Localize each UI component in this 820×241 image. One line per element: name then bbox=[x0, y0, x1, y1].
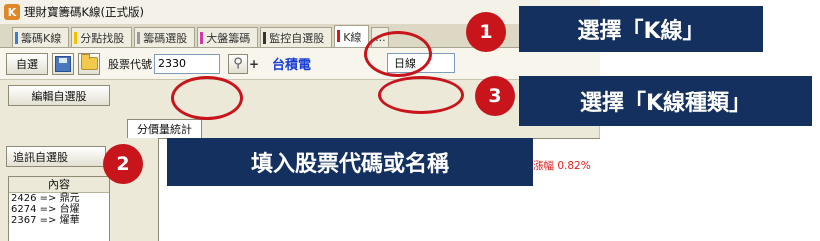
step-badge-2: 2 bbox=[103, 144, 143, 184]
save-icon bbox=[55, 55, 71, 72]
highlight-ring-kline-tab bbox=[364, 31, 432, 77]
step-badge-1: 1 bbox=[466, 12, 506, 52]
module-tab-bar: 籌碼K線 分點找股 籌碼選股 大盤籌碼 監控自選股 K線 ... bbox=[0, 24, 600, 48]
window-title: 理財寶籌碼K線(正式版) bbox=[24, 5, 145, 19]
tab-label: 籌碼K線 bbox=[21, 31, 62, 45]
toolbar: 自選 股票代號 ⚲ + 台積電 日線 bbox=[0, 48, 600, 80]
tab-label: 籌碼選股 bbox=[143, 31, 188, 45]
track-watchlist-button[interactable]: 追訊自選股 bbox=[6, 146, 106, 167]
tab-label: 分點找股 bbox=[80, 31, 125, 45]
edit-watchlist-button[interactable]: 編輯自選股 bbox=[8, 85, 110, 106]
folder-icon bbox=[80, 54, 98, 70]
search-button[interactable]: ⚲ bbox=[228, 53, 248, 74]
tab-chip-screener[interactable]: 籌碼選股 bbox=[134, 27, 196, 47]
tab-label: 大盤籌碼 bbox=[206, 31, 251, 45]
tab-branch-picker[interactable]: 分點找股 bbox=[71, 27, 133, 47]
stock-code-input[interactable] bbox=[154, 53, 220, 74]
highlight-ring-chart-type bbox=[378, 76, 464, 114]
list-item[interactable]: 6274 => 台燿 bbox=[9, 204, 109, 215]
list-item[interactable]: 2426 => 鼎元 bbox=[9, 193, 109, 204]
list-item[interactable]: 2367 => 燿華 bbox=[9, 215, 109, 226]
tab-kline[interactable]: K線 bbox=[334, 25, 370, 47]
watchlist-button[interactable]: 自選 bbox=[6, 52, 48, 75]
magnifier-icon: ⚲ bbox=[233, 56, 243, 71]
stock-name: 台積電 bbox=[272, 58, 312, 73]
open-folder-button[interactable] bbox=[78, 52, 100, 75]
tab-chip-kline[interactable]: 籌碼K線 bbox=[12, 27, 70, 47]
save-button[interactable] bbox=[52, 52, 74, 75]
left-panel: 編輯自選股 追訊自選股 內容 2426 => 鼎元 6274 => 台燿 236… bbox=[0, 80, 117, 241]
highlight-ring-stock-code bbox=[171, 76, 243, 120]
step-callout-3: 選擇「K線種類」 bbox=[519, 76, 812, 126]
step-badge-3: 3 bbox=[475, 76, 515, 116]
watchlist-list[interactable]: 內容 2426 => 鼎元 6274 => 台燿 2367 => 燿華 bbox=[8, 176, 110, 241]
tab-label: K線 bbox=[343, 30, 362, 44]
tab-label: 監控自選股 bbox=[269, 31, 325, 45]
step-callout-1: 選擇「K線」 bbox=[519, 6, 763, 52]
add-button[interactable]: + bbox=[248, 54, 260, 74]
app-logo-icon: K bbox=[4, 4, 20, 20]
price-change-text: 漲幅 0.82% bbox=[533, 160, 591, 172]
title-bar: K 理財寶籌碼K線(正式版) bbox=[0, 0, 600, 24]
tab-price-volume-distribution[interactable]: 分價量統計 bbox=[127, 119, 202, 138]
tab-market-chips[interactable]: 大盤籌碼 bbox=[197, 27, 259, 47]
list-header: 內容 bbox=[9, 177, 109, 193]
stock-code-label: 股票代號 bbox=[108, 57, 152, 71]
step-callout-2: 填入股票代碼或名稱 bbox=[167, 138, 533, 186]
app-window: K 理財寶籌碼K線(正式版) 籌碼K線 分點找股 籌碼選股 大盤籌碼 監控自選股… bbox=[0, 0, 600, 241]
tab-watchlist-monitor[interactable]: 監控自選股 bbox=[260, 27, 333, 47]
